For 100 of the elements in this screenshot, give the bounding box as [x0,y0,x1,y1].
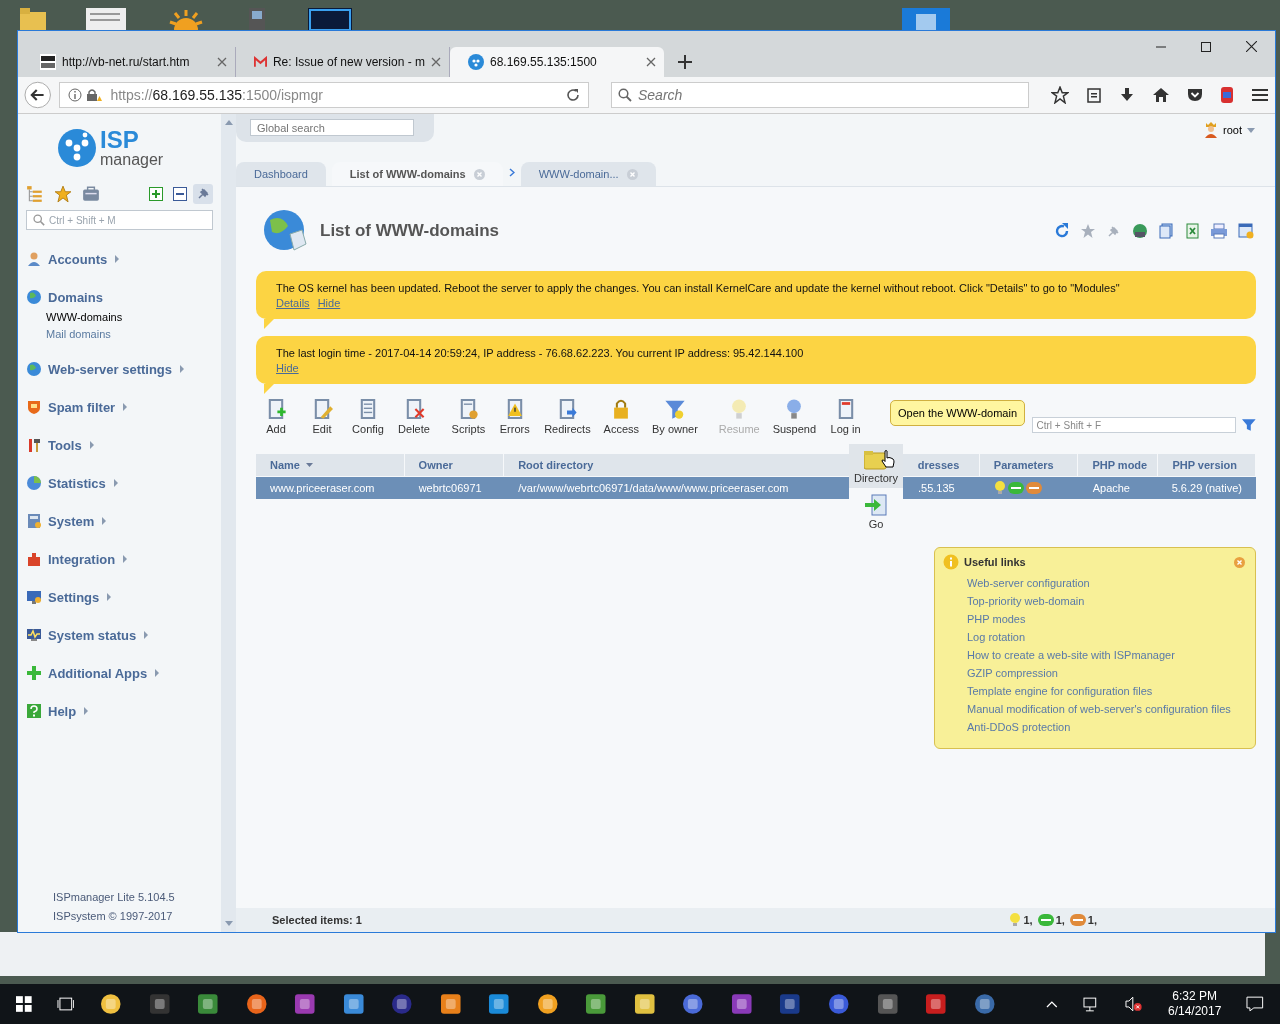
page-tab[interactable]: Dashboard [236,162,326,186]
menu-item[interactable]: Additional Apps [26,661,213,685]
toolbar-button[interactable]: Config [348,398,388,435]
column-header[interactable]: PHP version [1158,454,1256,476]
menu-search-field[interactable]: Ctrl + Shift + M [26,210,213,230]
column-header[interactable]: Parameters [979,454,1079,476]
menu-item[interactable]: Domains [26,285,213,309]
expand-all-icon[interactable] [149,187,163,201]
help-link[interactable]: Web-server configuration [967,574,1245,592]
page-tab[interactable]: WWW-domain... [520,162,656,186]
help-link[interactable]: PHP modes [967,610,1245,628]
notification-link[interactable]: Hide [317,296,341,311]
app-icon[interactable] [342,993,365,1015]
app-icon[interactable] [730,993,753,1015]
app-icon[interactable] [294,993,316,1015]
menu-item[interactable]: Accounts [26,247,213,271]
menu-item[interactable]: Integration [26,547,213,571]
toolbar-button[interactable]: Redirects [540,398,595,435]
menu-item[interactable]: Directory [849,444,903,488]
app-icon[interactable] [100,993,122,1015]
help-link[interactable]: GZIP compression [967,664,1245,682]
reload-icon[interactable] [566,88,580,102]
folder-icon[interactable] [20,8,46,30]
app-icon[interactable] [876,993,898,1015]
spreadsheet-icon[interactable] [1184,223,1200,239]
star-icon[interactable] [1080,223,1096,239]
notification-link[interactable]: Details [276,296,310,311]
download-icon[interactable] [1119,87,1135,103]
caret-icon[interactable] [1247,127,1255,133]
task-view-icon[interactable] [56,997,75,1011]
submenu-item[interactable]: Mail domains [46,326,213,343]
pin-icon[interactable] [193,184,213,204]
column-header[interactable]: Owner [404,454,505,476]
plus-icon[interactable] [678,55,692,69]
refresh-icon[interactable] [1054,223,1070,239]
calendar-gear-icon[interactable] [1238,223,1254,239]
app-icon[interactable] [585,993,607,1015]
globe-icon[interactable] [1132,223,1148,239]
notification-icon[interactable] [1246,996,1264,1012]
chevron-up-icon[interactable] [1046,1000,1058,1008]
clock-date[interactable]: 6/14/2017 [1168,1004,1222,1019]
browser-tab[interactable]: 68.169.55.135:1500 [450,47,664,77]
app-icon[interactable] [439,993,462,1015]
toolbar-button[interactable]: Errors [494,398,535,435]
help-link[interactable]: Top-priority web-domain [967,592,1245,610]
filter-field[interactable]: Ctrl + Shift + F [1031,417,1237,433]
filter-icon[interactable] [1242,418,1257,432]
app-icon[interactable] [682,993,704,1015]
app-icon[interactable] [536,993,559,1015]
pocket-icon[interactable] [1187,87,1203,103]
app-icon[interactable] [308,8,352,30]
help-link[interactable]: Manual modification of web-server's configuration files [967,700,1245,718]
app-icon[interactable] [197,993,219,1015]
printer-icon[interactable] [1210,223,1228,239]
menu-item[interactable]: Statistics [26,471,213,495]
briefcase-icon[interactable] [82,185,100,203]
menu-item[interactable]: Web-server settings [26,357,213,381]
toolbar-button[interactable]: By owner [648,398,702,435]
user-icon[interactable] [1204,122,1219,138]
menu-item[interactable]: Tools [26,433,213,457]
star-icon[interactable] [1051,86,1069,104]
toolbar-button[interactable]: Suspend [769,398,820,435]
close-icon[interactable] [646,57,656,67]
speaker-muted-icon[interactable] [1125,996,1143,1012]
star-icon[interactable] [54,185,72,203]
address-field[interactable]: https://68.169.55.135:1500/ispmgr [59,82,589,108]
close-icon[interactable] [1246,41,1257,52]
help-link[interactable]: Template engine for configuration files [967,682,1245,700]
menu-item[interactable]: Help [26,699,213,723]
toolbar-button[interactable]: Log in [825,398,866,435]
menu-item[interactable]: System status [26,623,213,647]
app-icon[interactable] [488,993,510,1015]
toolbar-button[interactable]: Delete [394,398,434,435]
notification-link[interactable]: Hide [276,361,299,376]
maximize-icon[interactable] [1201,41,1211,52]
global-search-field[interactable]: Global search [250,119,414,136]
menu-icon[interactable] [1251,87,1269,103]
toolbar-button[interactable]: Scripts [448,398,489,435]
clock-time[interactable]: 6:32 PM [1172,989,1218,1004]
menu-item[interactable]: Settings [26,585,213,609]
help-link[interactable]: How to create a web-site with ISPmanager [967,646,1245,664]
toolbar-button[interactable]: Access [600,398,643,435]
device-icon[interactable] [246,8,268,30]
column-header[interactable]: PHP mode [1078,454,1159,476]
app-icon[interactable] [245,993,268,1015]
clipboard-icon[interactable] [1086,87,1102,103]
app-icon[interactable] [925,993,947,1015]
toolbar-button[interactable]: Add [256,398,296,435]
documents-icon[interactable] [1158,223,1174,239]
collapse-all-icon[interactable] [173,187,187,201]
search-field[interactable]: Search [611,82,1029,108]
app-icon[interactable] [828,993,850,1015]
toolbar-button[interactable]: Edit [302,398,342,435]
windows-icon[interactable] [16,996,32,1012]
menu-item[interactable]: Spam filter [26,395,213,419]
menu-item[interactable]: System [26,509,213,533]
app-icon[interactable] [973,993,996,1015]
help-link[interactable]: Anti-DDoS protection [967,718,1245,736]
home-icon[interactable] [1152,87,1170,103]
app-icon[interactable] [633,993,656,1015]
